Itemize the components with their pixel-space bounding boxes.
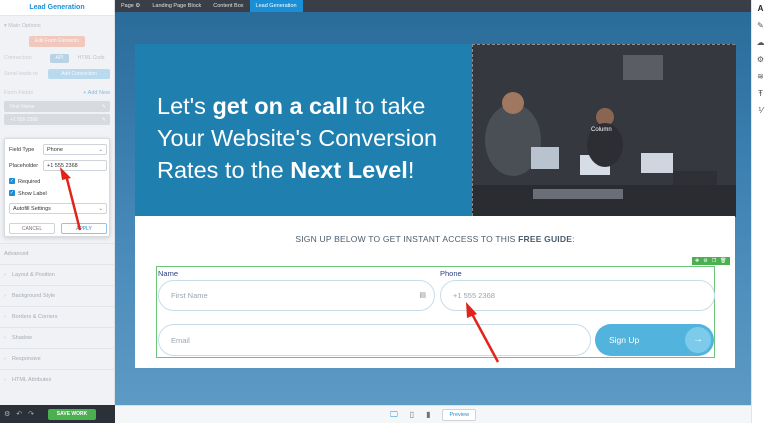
settings-icon[interactable]: ⚙ [4,410,10,418]
chevron-right-icon: › [4,356,6,362]
section-layout-position[interactable]: › Layout & Position [0,264,114,285]
undo-icon[interactable]: ↶ [16,410,22,418]
percent-icon[interactable]: ⅟ [758,106,763,115]
headline-bold: get on a call [212,93,349,119]
desktop-icon[interactable]: 🖵 [390,410,398,420]
preview-button[interactable]: Preview [442,408,477,421]
chevron-right-icon: › [4,335,6,341]
layers-icon[interactable]: ≋ [757,72,764,81]
section-label: HTML Attributes [12,377,52,383]
column-label: Column [591,127,612,133]
section-shadow[interactable]: › Shadow [0,327,114,348]
section-html-attributes[interactable]: › HTML Attributes [0,369,114,390]
redo-icon[interactable]: ↷ [28,410,34,418]
logo-icon: A [757,4,764,13]
headline-text: Let's [157,93,213,119]
section-label: Borders & Corners [12,314,58,320]
section-background-style[interactable]: › Background Style [0,285,114,306]
section-label: Background Style [12,293,56,299]
gear-icon[interactable]: ⚙ [757,55,764,64]
chevron-right-icon: › [4,314,6,320]
hero-photo-column[interactable]: Column [472,44,736,217]
hero-headline[interactable]: Let's get on a call to take Your Website… [157,90,457,186]
tablet-icon[interactable]: ▯ [410,410,414,419]
mobile-icon[interactable]: ▮ [426,410,430,419]
settings-panel: Lead Generation ▾ Main Options Edit Form… [0,0,115,405]
save-work-button[interactable]: SAVE WORK [48,408,97,420]
section-label: Layout & Position [12,272,55,278]
chevron-right-icon: › [4,272,6,278]
collapsed-sections: Advanced › Layout & Position › Background … [0,243,114,390]
preview-label: Preview [449,411,470,418]
hero-block[interactable]: Let's get on a call to take Your Website… [135,44,736,217]
chevron-right-icon: › [4,293,6,299]
headline-text: ! [407,157,415,183]
section-responsive[interactable]: › Responsive [0,348,114,369]
section-borders-corners[interactable]: › Borders & Corners [0,306,114,327]
editor-canvas: Let's get on a call to take Your Website… [115,12,751,405]
lead-form-block[interactable]: SIGN UP BELOW TO GET INSTANT ACCESS TO T… [135,216,735,368]
pencil-icon[interactable]: ✎ [757,21,764,30]
app-root: Lead Generation ▾ Main Options Edit Form… [0,0,769,423]
cloud-icon[interactable]: ☁ [757,38,765,47]
headline-line-3: Rates to the Next Level! [157,154,457,186]
crumb-page[interactable]: Page ⚙ [115,0,146,12]
headline-line-1: Let's get on a call to take [157,90,457,122]
typography-icon[interactable]: Ŧ [758,89,763,98]
annotation-arrow-left [60,167,82,231]
headline-bold: Next Level [290,157,408,183]
section-label: Responsive [12,356,41,362]
headline-text: Rates to the [157,157,291,183]
headline-line-2: Your Website's Conversion [157,125,438,151]
right-toolbar: A ✎ ☁ ⚙ ≋ Ŧ ⅟ [751,0,769,423]
crumb-label: Page [121,3,134,9]
crumb-content-box[interactable]: Content Box [207,0,249,12]
bottom-toolbar: ⚙ ↶ ↷ SAVE WORK [0,405,115,423]
crumb-lead-generation[interactable]: Lead Generation [249,0,303,12]
chevron-right-icon: › [4,377,6,383]
breadcrumb: Page ⚙ Landing Page Block Content Box Le… [115,0,751,12]
crumb-landing-page-block[interactable]: Landing Page Block [146,0,207,12]
headline-text: to take [348,93,426,119]
device-bar: 🖵 ▯ ▮ Preview [115,405,751,423]
section-label: Shadow [12,335,32,341]
annotation-arrow-right [466,302,500,363]
save-work-label: SAVE WORK [56,411,88,417]
